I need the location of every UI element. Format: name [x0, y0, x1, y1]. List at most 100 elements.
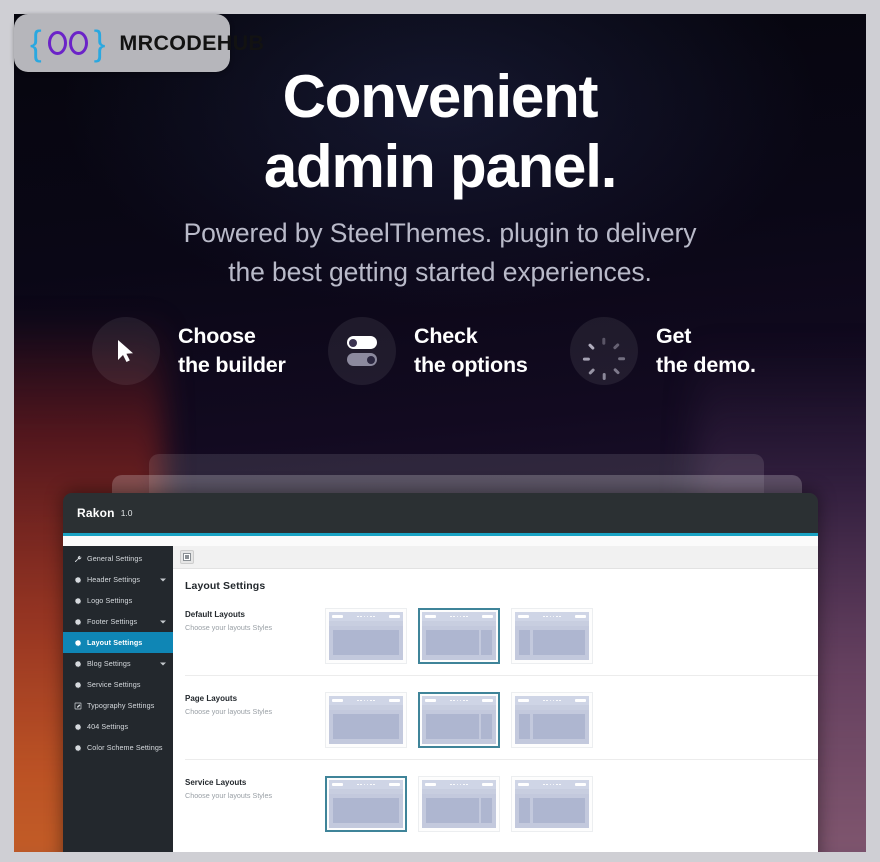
sidebar-item-footer-settings[interactable]: Footer Settings: [63, 611, 173, 632]
sidebar-item-label: General Settings: [87, 554, 143, 563]
logo-wordmark: MRCODEHUB: [119, 30, 265, 55]
subtitle-line-1: Powered by SteelThemes. plugin to delive…: [183, 218, 697, 248]
chevron-down-icon[interactable]: [160, 620, 166, 623]
layout-options: [325, 776, 593, 832]
sidebar-item-label: Header Settings: [87, 575, 141, 584]
thumb-header-bar: [515, 780, 589, 789]
spinner-dot: [587, 342, 596, 351]
content-panel: Layout Settings Default Layouts Choose yo…: [173, 569, 818, 862]
edit-pencil-icon: [72, 702, 83, 710]
chevron-down-icon[interactable]: [160, 662, 166, 665]
sidebar-item-logo-settings[interactable]: Logo Settings: [63, 590, 173, 611]
thumb-body: [329, 710, 403, 744]
brace-left-icon: {: [30, 23, 42, 63]
sidebar-item-typography-settings[interactable]: Typography Settings: [63, 695, 173, 716]
settings-section: Page Layouts Choose your layouts Styles: [185, 676, 818, 760]
gear-icon: [72, 723, 83, 731]
thumb-header-bar: [515, 696, 589, 705]
layout-option-left-sidebar[interactable]: [511, 608, 593, 664]
panel-tab-icon[interactable]: [180, 550, 194, 564]
feature-label-line-1: Get: [656, 323, 692, 348]
admin-window-header: Rakon 1.0: [63, 493, 818, 536]
admin-panel-window: Rakon 1.0 General Settings Header Setting…: [63, 493, 818, 862]
layout-thumb-canvas: [329, 612, 403, 660]
thumb-header-bar: [422, 780, 496, 789]
sidebar-item-blog-settings[interactable]: Blog Settings: [63, 653, 173, 674]
headline-line-2: admin panel.: [263, 133, 618, 201]
gear-icon: [72, 681, 83, 689]
section-title: Page Layouts: [185, 694, 238, 703]
section-title: Default Layouts: [185, 610, 246, 619]
sidebar-item-general-settings[interactable]: General Settings: [63, 548, 173, 569]
layout-option-full-width[interactable]: [325, 692, 407, 748]
settings-section: Default Layouts Choose your layouts Style…: [185, 592, 818, 676]
headline-line-1: Convenient: [282, 63, 599, 130]
feature-label: Get the demo.: [656, 322, 756, 380]
brand-logo-badge[interactable]: { } MRCODEHUB: [14, 14, 264, 72]
feature-label-line-2: the options: [414, 353, 528, 377]
spinner-dot: [602, 372, 606, 381]
chevron-down-icon[interactable]: [160, 578, 166, 581]
content-heading: Layout Settings: [185, 580, 266, 592]
thumb-body: [422, 710, 496, 744]
subtitle-line-2: the best getting started experiences.: [228, 256, 652, 287]
layout-thumb-canvas: [422, 696, 496, 744]
feature-list: Choose the builder Check the options Get…: [92, 317, 792, 385]
feature-item-choose-builder[interactable]: Choose the builder: [92, 317, 328, 385]
thumb-header-bar: [329, 780, 403, 789]
sidebar-filler: [63, 758, 173, 862]
layout-thumb-canvas: [329, 696, 403, 744]
layout-option-right-sidebar[interactable]: [418, 692, 500, 748]
spinner-dot: [612, 367, 621, 376]
gear-icon: [72, 576, 83, 584]
thumb-body: [329, 794, 403, 828]
layout-option-right-sidebar[interactable]: [418, 776, 500, 832]
admin-sidebar: General Settings Header Settings Logo Sett…: [63, 546, 173, 862]
thumb-body: [515, 710, 589, 744]
feature-item-get-demo[interactable]: Get the demo.: [570, 317, 756, 385]
section-subtitle: Choose your layouts Styles: [185, 623, 273, 632]
settings-section: Service Layouts Choose your layouts Style…: [185, 760, 818, 844]
sidebar-item-color-scheme-settings[interactable]: Color Scheme Settings: [63, 737, 173, 758]
layout-thumb-canvas: [515, 780, 589, 828]
sidebar-item-service-settings[interactable]: Service Settings: [63, 674, 173, 695]
layout-option-full-width[interactable]: [325, 776, 407, 832]
thumb-header-bar: [422, 612, 496, 621]
feature-label: Check the options: [414, 322, 528, 380]
section-title: Service Layouts: [185, 778, 247, 787]
thumb-header-bar: [329, 612, 403, 621]
section-subtitle: Choose your layouts Styles: [185, 707, 273, 716]
layout-thumb-canvas: [329, 780, 403, 828]
feature-icon-circle: [570, 317, 638, 385]
section-text: Default Layouts Choose your layouts Style…: [185, 608, 325, 632]
feature-item-check-options[interactable]: Check the options: [328, 317, 570, 385]
page-bottom-frame: [0, 852, 880, 862]
toggle-switches-icon: [347, 336, 377, 366]
sidebar-item-label: Layout Settings: [87, 638, 143, 647]
feature-label-line-2: the demo.: [656, 353, 756, 377]
thumb-header-bar: [515, 612, 589, 621]
page-root: Convenient admin panel. Powered by Steel…: [0, 0, 880, 862]
thumb-body: [329, 626, 403, 660]
sidebar-item-layout-settings[interactable]: Layout Settings: [63, 632, 173, 653]
layout-option-left-sidebar[interactable]: [511, 692, 593, 748]
section-text: Service Layouts Choose your layouts Style…: [185, 776, 325, 800]
feature-label-line-2: the builder: [178, 353, 286, 377]
layout-option-right-sidebar[interactable]: [418, 608, 500, 664]
layout-thumb-canvas: [422, 612, 496, 660]
admin-content-area: Layout Settings Default Layouts Choose yo…: [173, 546, 818, 862]
sidebar-item-header-settings[interactable]: Header Settings: [63, 569, 173, 590]
settings-sections: Default Layouts Choose your layouts Style…: [185, 592, 818, 844]
feature-label-line-1: Check: [414, 323, 478, 348]
sidebar-item-label: Color Scheme Settings: [87, 743, 163, 752]
hero-subtitle: Powered by SteelThemes. plugin to delive…: [14, 214, 866, 291]
layout-option-full-width[interactable]: [325, 608, 407, 664]
spinner-dot: [612, 342, 621, 351]
section-subtitle: Choose your layouts Styles: [185, 791, 273, 800]
brace-right-icon: }: [93, 23, 106, 63]
spinner-dot: [602, 337, 606, 346]
admin-app-title: Rakon: [77, 506, 115, 520]
gear-icon: [72, 639, 83, 647]
layout-option-left-sidebar[interactable]: [511, 776, 593, 832]
sidebar-item-404-settings[interactable]: 404 Settings: [63, 716, 173, 737]
